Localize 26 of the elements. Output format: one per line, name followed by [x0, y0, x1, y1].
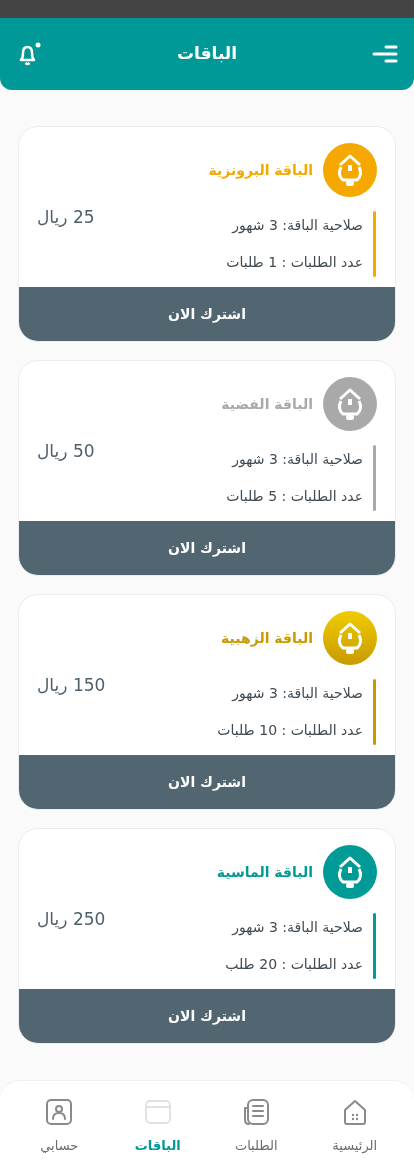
nav-tab[interactable]: الباقات — [117, 1095, 198, 1156]
package-price: 150 ريال — [37, 674, 106, 697]
nav-tab[interactable]: الطلبات — [216, 1095, 297, 1156]
request-count: عدد الطلبات : 1 طلبات — [226, 253, 363, 272]
nav-tab[interactable]: الرئيسية — [314, 1095, 395, 1156]
nav-tab[interactable]: حسابي — [19, 1095, 100, 1156]
package-price: 250 ريال — [37, 908, 106, 931]
request-count: عدد الطلبات : 5 طلبات — [226, 487, 363, 506]
subscribe-button[interactable]: اشترك الان — [19, 755, 395, 809]
request-count: عدد الطلبات : 20 طلب — [225, 955, 363, 974]
subscribe-button[interactable]: اشترك الان — [19, 989, 395, 1043]
package-price: 25 ريال — [37, 206, 95, 229]
subscribe-button[interactable]: اشترك الان — [19, 521, 395, 575]
package-validity: صلاحية الباقة: 3 شهور — [230, 216, 363, 236]
package-validity: صلاحية الباقة: 3 شهور — [230, 450, 363, 470]
page-title: الباقات — [176, 42, 238, 66]
package-validity: صلاحية الباقة: 3 شهور — [230, 684, 363, 704]
package-name: الباقة البرونزية — [208, 160, 313, 181]
package-validity: صلاحية الباقة: 3 شهور — [230, 918, 363, 938]
package-price: 50 ريال — [37, 440, 95, 463]
request-count: عدد الطلبات : 10 طلبات — [217, 721, 363, 740]
package-name: الباقة الزهبية — [221, 628, 313, 649]
package-name: الباقة الماسية — [216, 862, 313, 882]
package-name: الباقة الفضية — [221, 394, 313, 414]
menu-icon[interactable] — [372, 44, 398, 64]
subscribe-button[interactable]: اشترك الان — [19, 287, 395, 341]
